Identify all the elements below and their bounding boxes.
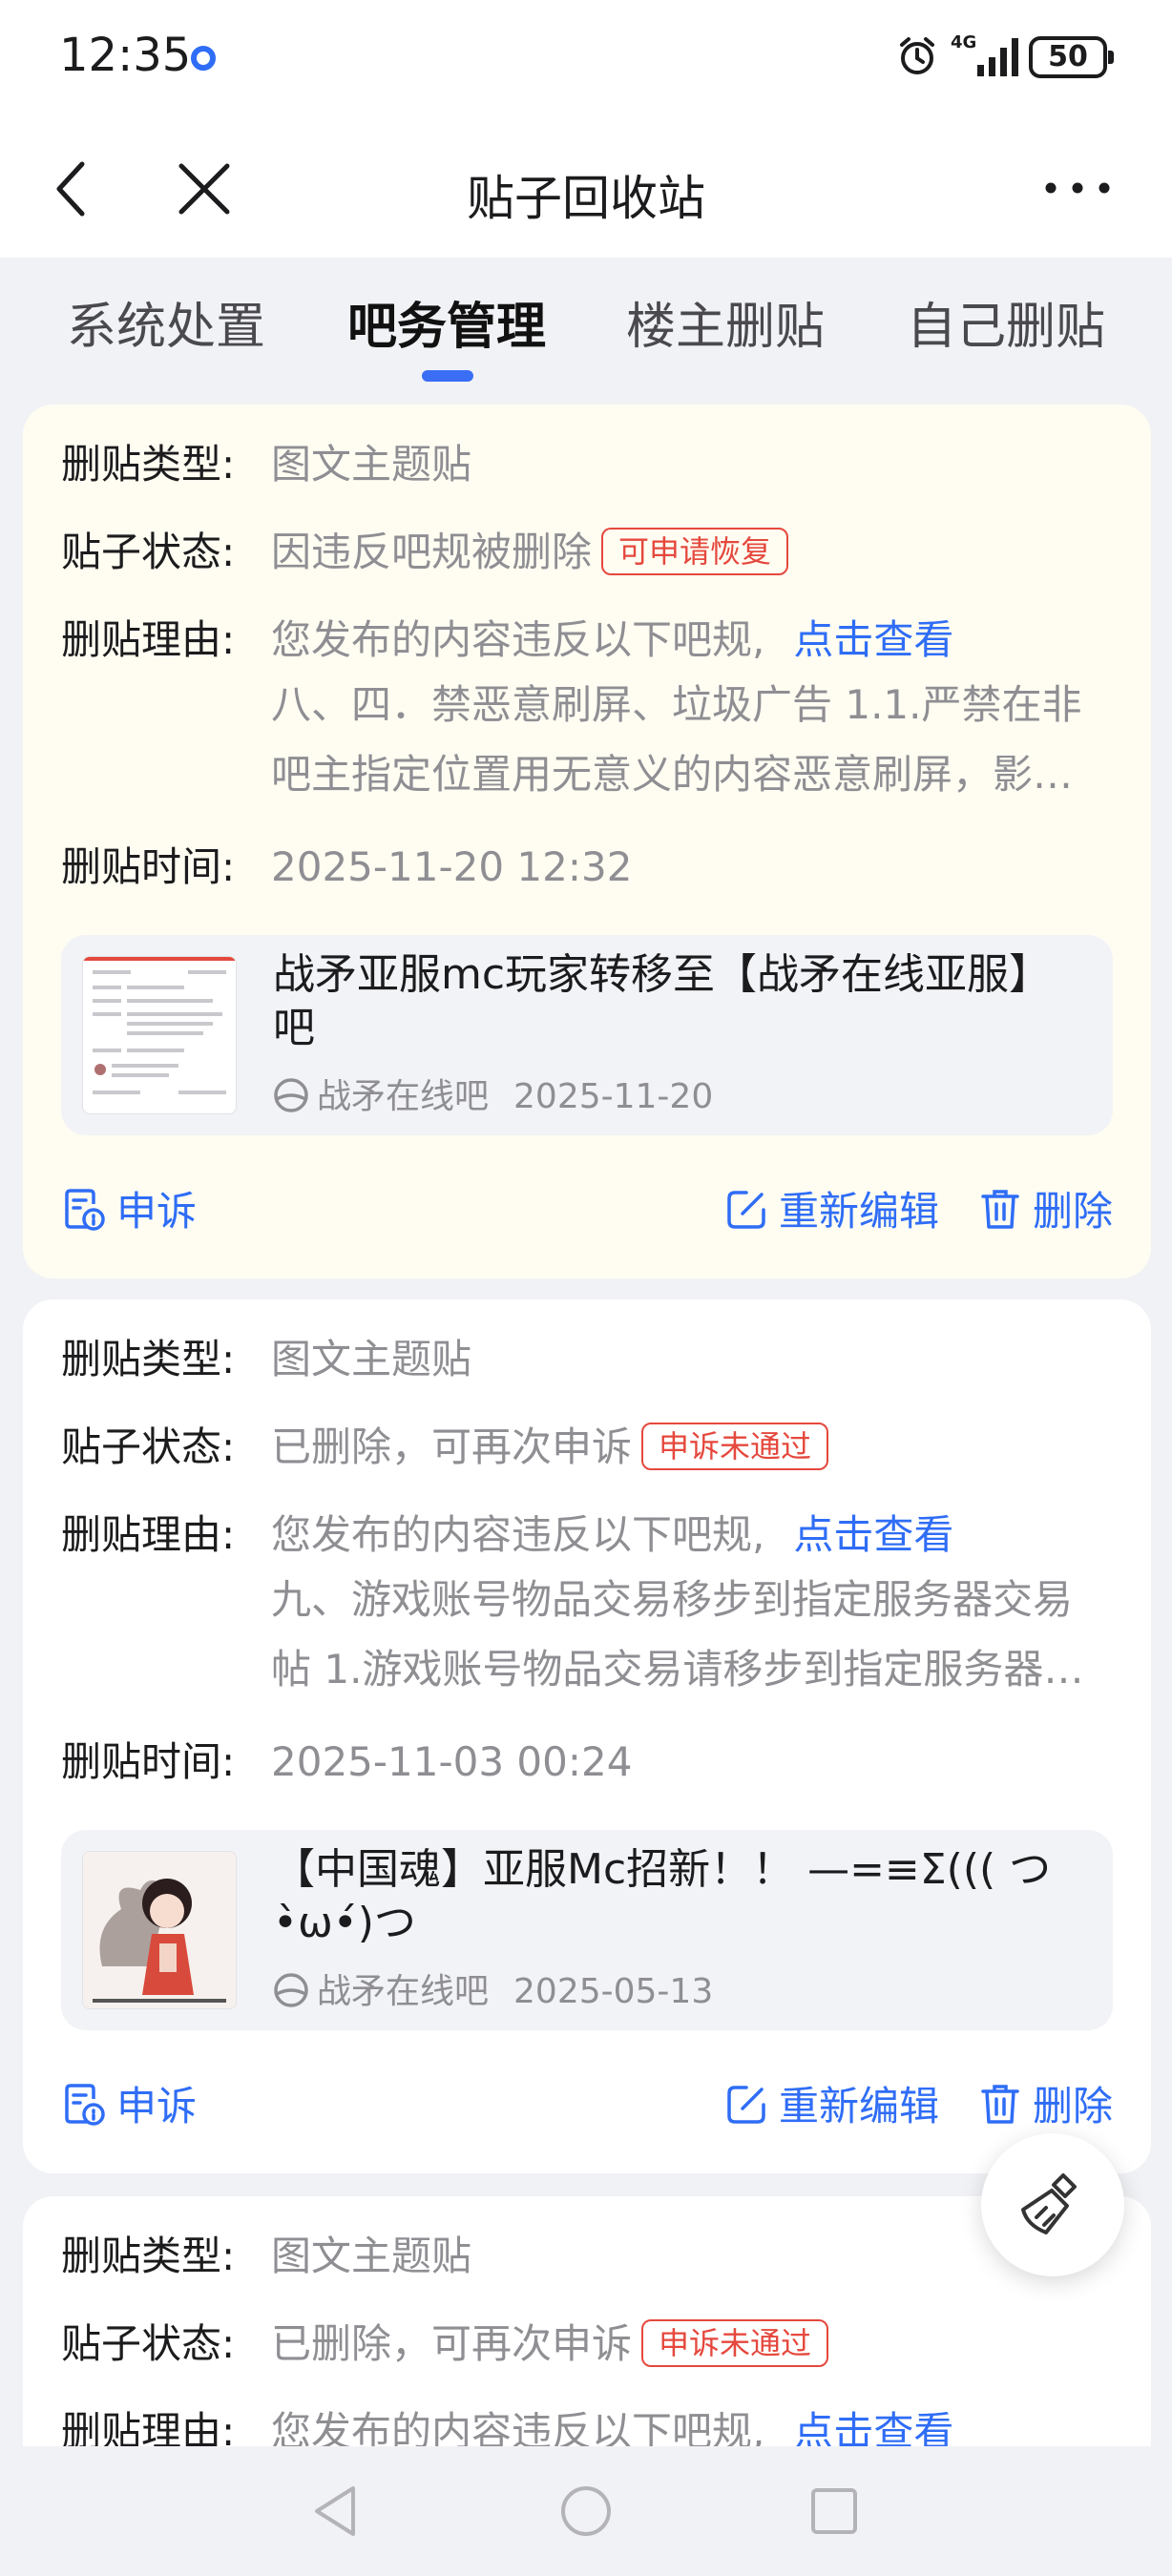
document-info-icon bbox=[65, 1189, 105, 1231]
nav-bar: 贴子回收站 bbox=[0, 122, 1172, 258]
delete-type-label: 删贴类型: bbox=[61, 441, 236, 488]
broom-icon bbox=[1021, 2173, 1077, 2234]
post-bar-name[interactable]: 战矛在线吧 bbox=[317, 1972, 489, 2011]
post-meta: 战矛在线吧 2025-11-20 bbox=[273, 1069, 713, 1118]
delete-reason-label: 删贴理由: bbox=[61, 1511, 236, 1558]
post-bar-name[interactable]: 战矛在线吧 bbox=[317, 1077, 489, 1116]
post-status-value: 已删除，可再次申诉 bbox=[271, 2320, 633, 2367]
re-edit-button[interactable]: 重新编辑 bbox=[723, 1179, 939, 1237]
post-date: 2025-11-20 bbox=[513, 1077, 714, 1116]
post-preview[interactable]: 战矛亚服mc玩家转移至【战矛在线亚服】吧 战矛在线吧 2025-11-20 bbox=[61, 935, 1113, 1135]
re-edit-label: 重新编辑 bbox=[779, 1188, 940, 1235]
delete-reason-row: 删贴理由: 您发布的内容违反以下吧规, 点击查看 八、四．禁恶意刷屏、垃圾广告 1… bbox=[61, 613, 1120, 822]
tab-bar-management[interactable]: 吧务管理 bbox=[347, 286, 546, 358]
nav-recents-icon[interactable] bbox=[809, 2486, 859, 2536]
bar-icon bbox=[274, 1973, 308, 2007]
status-badge: 可申请恢复 bbox=[601, 528, 789, 575]
appeal-label: 申诉 bbox=[116, 1188, 198, 1235]
delete-type-value: 图文主题贴 bbox=[271, 1336, 472, 1382]
active-tab-indicator bbox=[422, 370, 473, 382]
document-info-icon bbox=[65, 2084, 105, 2126]
delete-reason-detail: 九、游戏账号物品交易移步到指定服务器交易帖 1.游戏账号物品交易请移步到指定服务… bbox=[271, 1576, 1084, 1693]
re-edit-button[interactable]: 重新编辑 bbox=[723, 2074, 939, 2132]
edit-icon bbox=[727, 2086, 765, 2124]
status-badge: 申诉未通过 bbox=[641, 2319, 829, 2367]
nav-home-icon[interactable] bbox=[559, 2484, 613, 2538]
post-status-label: 贴子状态: bbox=[61, 1423, 236, 1470]
delete-time-value: 2025-11-20 12:32 bbox=[271, 843, 633, 890]
notification-dot-icon bbox=[191, 46, 216, 71]
delete-type-label: 删贴类型: bbox=[61, 2233, 236, 2279]
status-badge: 申诉未通过 bbox=[641, 1423, 829, 1470]
page-title: 贴子回收站 bbox=[467, 171, 705, 226]
signal-icon bbox=[977, 38, 1018, 76]
network-type: 4G bbox=[951, 32, 977, 52]
tab-op-deleted[interactable]: 楼主删贴 bbox=[626, 286, 825, 358]
delete-label: 删除 bbox=[1033, 2083, 1114, 2129]
post-title: 战矛亚服mc玩家转移至【战矛在线亚服】吧 bbox=[273, 950, 1052, 1052]
re-edit-label: 重新编辑 bbox=[779, 2083, 940, 2129]
appeal-label: 申诉 bbox=[116, 2083, 198, 2129]
tab-self-deleted[interactable]: 自己删贴 bbox=[907, 286, 1105, 358]
delete-reason-row: 删贴理由: 您发布的内容违反以下吧规, 点击查看 九、游戏账号物品交易移步到指定服… bbox=[61, 1507, 1120, 1717]
trash-icon bbox=[981, 2085, 1019, 2124]
view-rule-link[interactable]: 点击查看 bbox=[793, 616, 953, 663]
delete-type-value: 图文主题贴 bbox=[271, 441, 472, 488]
post-status-label: 贴子状态: bbox=[61, 2320, 236, 2367]
delete-reason-text: 您发布的内容违反以下吧规, bbox=[271, 616, 765, 663]
bar-icon bbox=[274, 1078, 308, 1112]
post-meta: 战矛在线吧 2025-05-13 bbox=[273, 1963, 713, 2013]
tab-system-handling[interactable]: 系统处置 bbox=[67, 286, 265, 358]
deleted-post-card: 删贴类型: 图文主题贴 贴子状态: 已删除，可再次申诉 申诉未通过 删贴理由: 您… bbox=[23, 1299, 1151, 2173]
post-status-label: 贴子状态: bbox=[61, 529, 236, 575]
delete-reason-detail: 八、四．禁恶意刷屏、垃圾广告 1.1.严禁在非吧主指定位置用无意义的内容恶意刷屏… bbox=[271, 681, 1082, 798]
post-status-value: 已删除，可再次申诉 bbox=[271, 1423, 633, 1470]
delete-reason-text: 您发布的内容违反以下吧规, bbox=[271, 1511, 765, 1558]
view-rule-link[interactable]: 点击查看 bbox=[793, 1511, 953, 1558]
delete-type-label: 删贴类型: bbox=[61, 1336, 236, 1382]
appeal-button[interactable]: 申诉 bbox=[61, 1179, 197, 1237]
trash-icon bbox=[981, 1190, 1019, 1229]
post-title: 【中国魂】亚服Mc招新！！ —=≡Σ((( つ•̀ω•́)つ bbox=[273, 1845, 1052, 1947]
status-bar: 12:35 4G 50 bbox=[0, 0, 1172, 122]
edit-icon bbox=[727, 1191, 765, 1229]
alarm-icon bbox=[900, 37, 934, 74]
appeal-button[interactable]: 申诉 bbox=[61, 2074, 197, 2132]
delete-time-value: 2025-11-03 00:24 bbox=[271, 1738, 633, 1785]
nav-back-triangle-icon[interactable] bbox=[311, 2484, 359, 2538]
delete-time-label: 删贴时间: bbox=[61, 1738, 236, 1785]
system-nav-bar bbox=[0, 2446, 1172, 2576]
delete-type-value: 图文主题贴 bbox=[271, 2233, 472, 2279]
post-preview[interactable]: 【中国魂】亚服Mc招新！！ —=≡Σ((( つ•̀ω•́)つ 战矛在线吧 2025… bbox=[61, 1830, 1113, 2030]
delete-time-label: 删贴时间: bbox=[61, 843, 236, 890]
post-status-value: 因违反吧规被删除 bbox=[271, 529, 593, 575]
post-thumbnail bbox=[82, 1851, 237, 2009]
clean-floating-button[interactable] bbox=[981, 2133, 1124, 2276]
delete-button[interactable]: 删除 bbox=[977, 1179, 1113, 1237]
more-icon[interactable] bbox=[1044, 181, 1111, 195]
post-thumbnail bbox=[82, 956, 237, 1114]
battery-icon: 50 bbox=[1029, 36, 1114, 78]
deleted-post-card: 删贴类型: 图文主题贴 贴子状态: 因违反吧规被删除 可申请恢复 删贴理由: 您发… bbox=[23, 405, 1151, 1278]
delete-label: 删除 bbox=[1033, 1188, 1114, 1235]
tab-bar: 系统处置 吧务管理 楼主删贴 自己删贴 bbox=[0, 258, 1172, 401]
status-time: 12:35 bbox=[59, 29, 192, 82]
post-date: 2025-05-13 bbox=[513, 1972, 714, 2011]
delete-button[interactable]: 删除 bbox=[977, 2074, 1113, 2132]
delete-reason-label: 删贴理由: bbox=[61, 616, 236, 663]
